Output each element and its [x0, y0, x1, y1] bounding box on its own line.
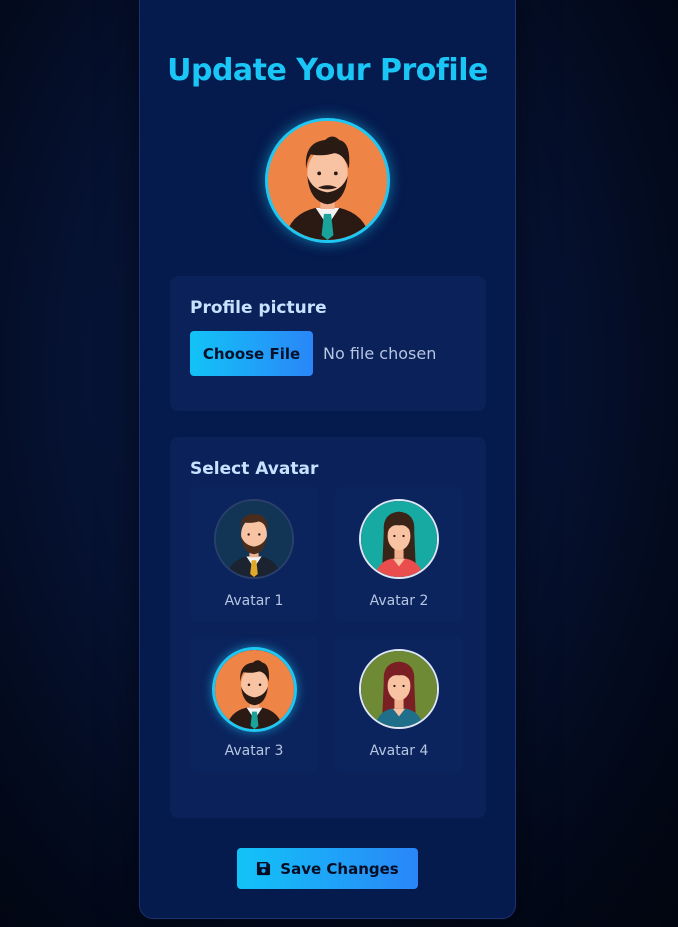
page-title: Update Your Profile	[167, 53, 488, 88]
save-changes-button[interactable]: Save Changes	[237, 848, 418, 889]
avatar-option-2-label: Avatar 2	[369, 593, 429, 609]
current-profile-avatar	[265, 118, 390, 243]
avatar-option-2[interactable]: Avatar 2	[335, 487, 463, 622]
avatar-option-1-image[interactable]	[214, 499, 294, 579]
woman-green-avatar-icon	[361, 651, 437, 727]
profile-picture-section: Profile picture Choose File No file chos…	[170, 276, 486, 411]
avatar-option-4-label: Avatar 4	[369, 743, 429, 759]
bearded-man-avatar-icon	[268, 121, 387, 240]
avatar-option-1[interactable]: Avatar 1	[190, 487, 318, 622]
woman-teal-avatar-icon	[361, 501, 437, 577]
man-beard-orange-avatar-icon	[215, 650, 294, 729]
profile-card: Update Your Profile Profile picture Choo…	[139, 0, 516, 919]
avatar-option-3-image[interactable]	[212, 647, 297, 732]
avatar-option-2-image[interactable]	[359, 499, 439, 579]
avatar-option-3[interactable]: Avatar 3	[190, 637, 318, 772]
save-changes-label: Save Changes	[280, 859, 399, 878]
file-status-text: No file chosen	[323, 344, 437, 363]
profile-picture-label: Profile picture	[190, 298, 327, 318]
select-avatar-label: Select Avatar	[190, 459, 319, 479]
floppy-disk-icon	[257, 861, 271, 876]
avatar-option-4[interactable]: Avatar 4	[335, 637, 463, 772]
choose-file-button[interactable]: Choose File	[190, 331, 313, 376]
select-avatar-section: Select Avatar Avatar 1 Avatar 2 Avatar 3…	[170, 437, 486, 818]
avatar-option-3-label: Avatar 3	[224, 743, 284, 759]
avatar-option-1-label: Avatar 1	[224, 593, 284, 609]
avatar-option-4-image[interactable]	[359, 649, 439, 729]
man-beard-navy-avatar-icon	[216, 501, 292, 577]
